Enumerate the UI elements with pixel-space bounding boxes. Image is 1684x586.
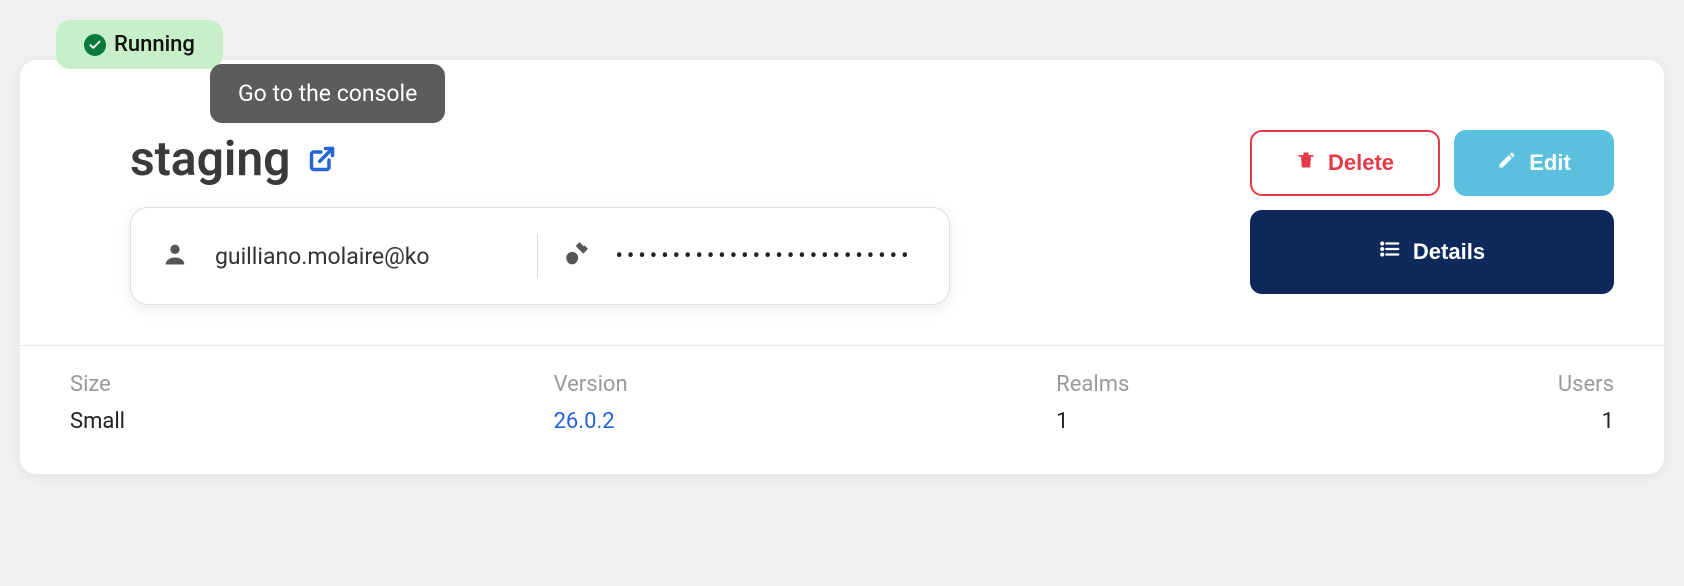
- size-label: Size: [70, 372, 125, 397]
- edit-label: Edit: [1529, 150, 1571, 176]
- size-value: Small: [70, 409, 125, 434]
- user-icon: [161, 240, 189, 272]
- version-label: Version: [554, 372, 628, 397]
- title-section: staging g: [130, 130, 1210, 305]
- delete-button[interactable]: Delete: [1250, 130, 1440, 196]
- users-label: Users: [1558, 372, 1614, 397]
- stat-users: Users 1: [1558, 372, 1614, 434]
- status-label: Running: [114, 32, 195, 57]
- edit-button[interactable]: Edit: [1454, 130, 1614, 196]
- version-value[interactable]: 26.0.2: [554, 409, 628, 434]
- password-mask: ••••••••••••••••••••••••••: [616, 244, 913, 269]
- username-value: guilliano.molaire@ko: [215, 243, 430, 270]
- stat-size: Size Small: [70, 372, 125, 434]
- pencil-icon: [1497, 150, 1517, 176]
- details-label: Details: [1413, 239, 1485, 265]
- credentials-box: guilliano.molaire@ko •••••••••••••••••••…: [130, 207, 950, 305]
- card-footer: Size Small Version 26.0.2 Realms 1 Users…: [20, 345, 1664, 474]
- realms-value: 1: [1056, 409, 1129, 434]
- instance-card: Running Go to the console staging: [20, 60, 1664, 474]
- username-section[interactable]: guilliano.molaire@ko: [161, 240, 537, 272]
- password-section[interactable]: ••••••••••••••••••••••••••: [538, 241, 920, 271]
- external-link-icon[interactable]: [308, 145, 336, 173]
- title-row: staging: [130, 130, 1210, 187]
- actions-row: Delete Edit: [1250, 130, 1614, 196]
- details-button[interactable]: Details: [1250, 210, 1614, 294]
- users-value: 1: [1558, 409, 1614, 434]
- actions-column: Delete Edit: [1250, 130, 1614, 294]
- trash-icon: [1296, 150, 1316, 176]
- list-icon: [1379, 238, 1401, 266]
- instance-name: staging: [130, 130, 290, 187]
- key-icon: [564, 241, 590, 271]
- console-tooltip: Go to the console: [210, 64, 445, 123]
- realms-label: Realms: [1056, 372, 1129, 397]
- stat-realms: Realms 1: [1056, 372, 1129, 434]
- delete-label: Delete: [1328, 150, 1394, 176]
- check-circle-icon: [84, 34, 106, 56]
- stat-version: Version 26.0.2: [554, 372, 628, 434]
- status-badge: Running: [56, 20, 223, 69]
